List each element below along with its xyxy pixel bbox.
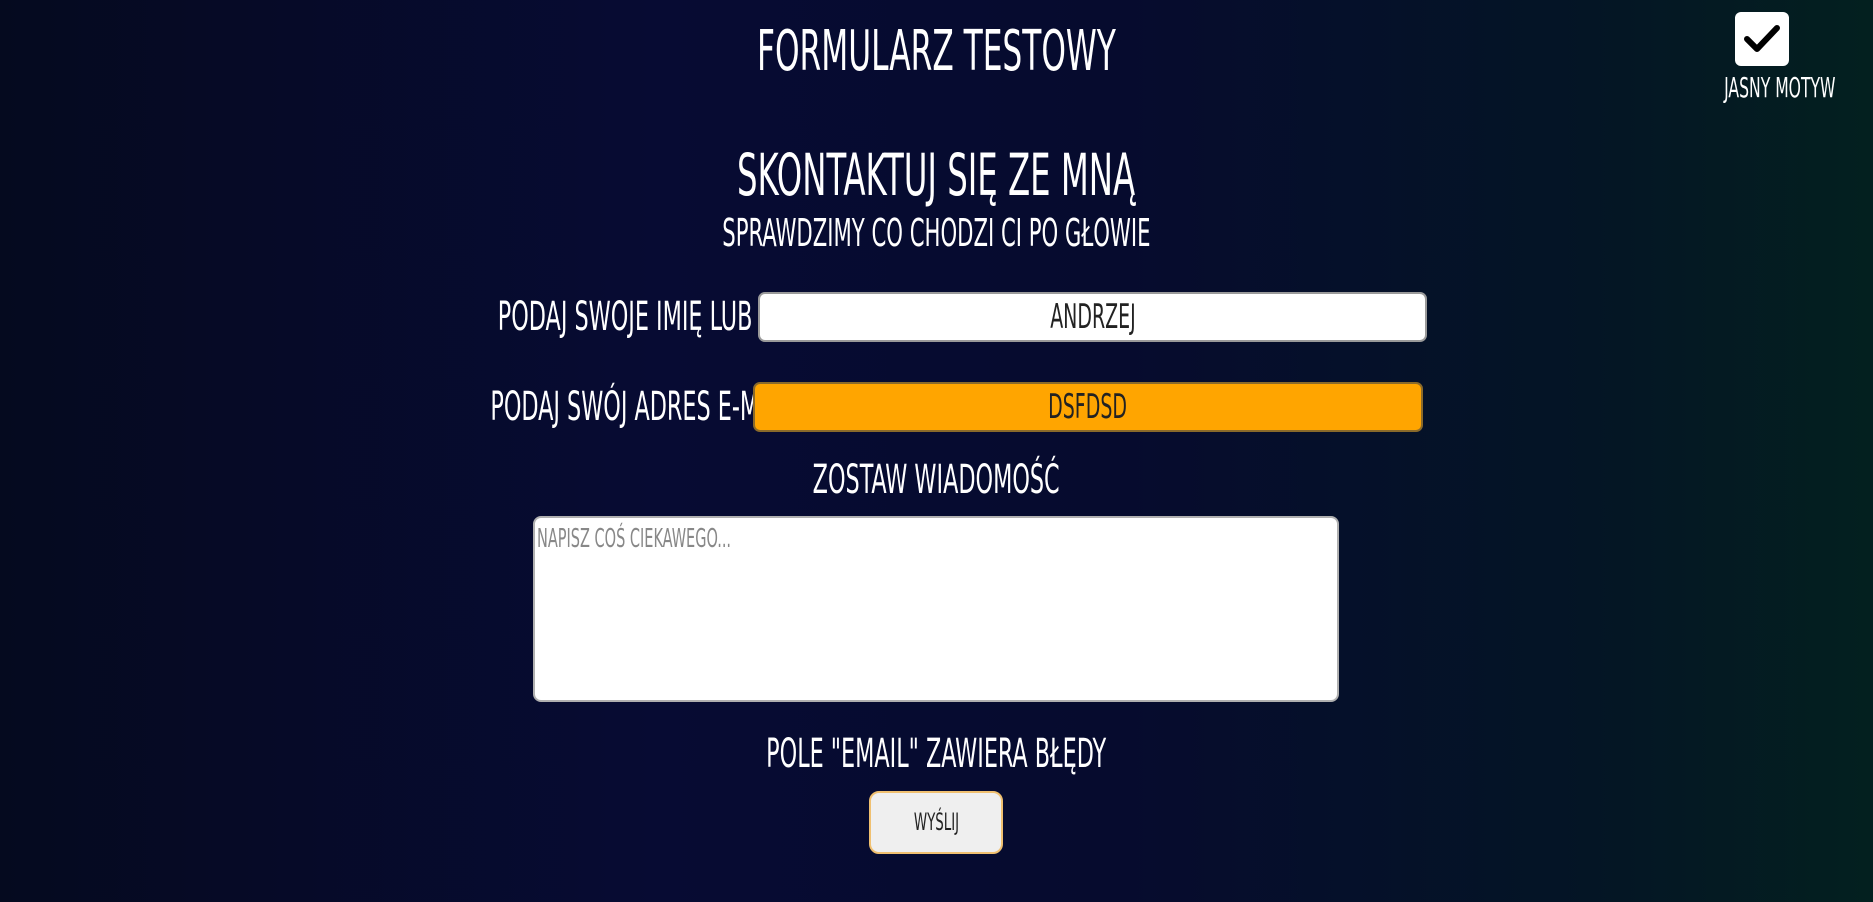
contact-title: Skontaktuj się ze mną (737, 141, 1136, 209)
page-title: Formularz testowy (0, 18, 1873, 86)
contact-subtitle: Sprawdzimy co chodzi Ci po głowie (722, 211, 1151, 255)
page-title-text: Formularz testowy (757, 19, 1116, 84)
message-placeholder: Napisz coś ciekawego... (537, 524, 732, 554)
name-label: Podaj swoje imię lub nick: (497, 294, 821, 340)
submit-button[interactable]: Wyślij (869, 791, 1003, 854)
theme-toggle-label: Jasny motyw (1724, 71, 1836, 104)
message-label: Zostaw wiadomość (813, 457, 1060, 503)
email-label: Podaj swój adres e-mail: (490, 384, 801, 430)
email-input[interactable]: dsfdsd (753, 382, 1423, 432)
name-input[interactable]: Andrzej (758, 292, 1427, 342)
theme-checkbox[interactable] (1735, 12, 1789, 66)
theme-toggle[interactable]: Jasny motyw (1690, 12, 1836, 104)
message-textarea[interactable]: Napisz coś ciekawego... (533, 516, 1339, 702)
checkmark-icon (1744, 25, 1780, 52)
email-error-message: Pole "email" zawiera błędy (766, 731, 1107, 777)
